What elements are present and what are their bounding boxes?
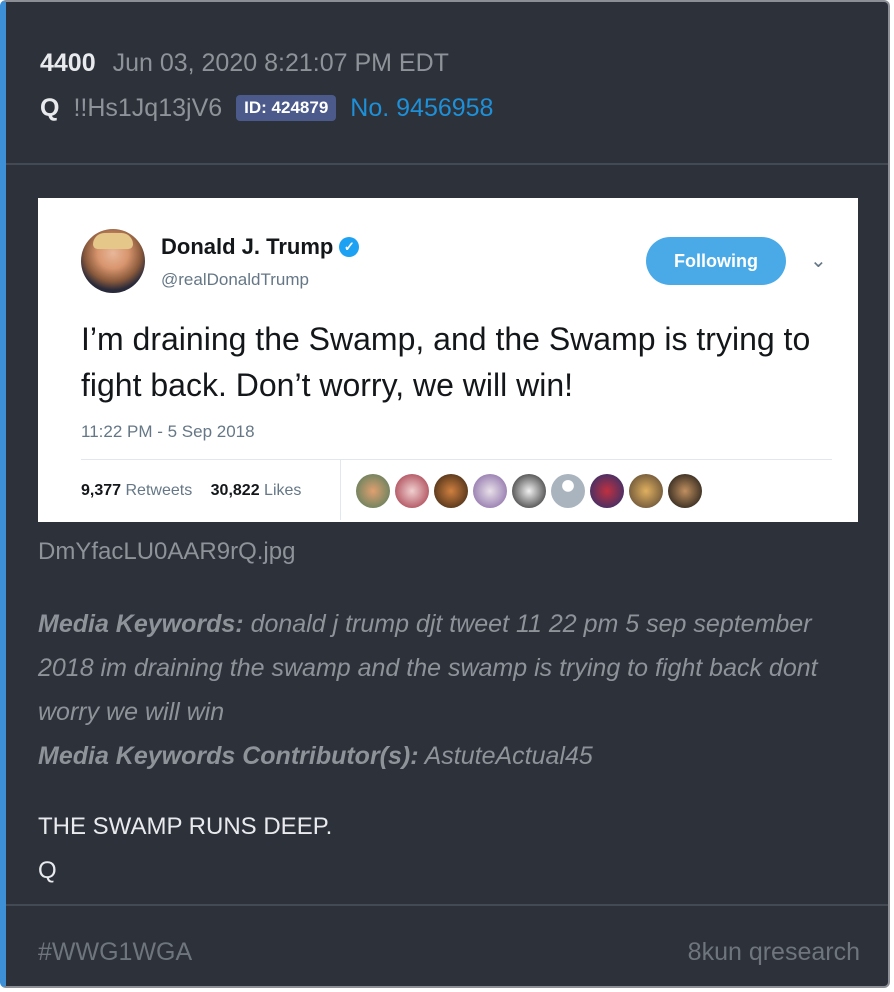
tripcode: !!Hs1Jq13jV6 [73, 94, 223, 122]
liker-avatar [551, 474, 585, 508]
post-meta-line: 4400 Jun 03, 2020 8:21:07 PM EDT [40, 48, 449, 78]
tweet-author-name: Donald J. Trump ✓ [161, 234, 360, 260]
retweets-label: Retweets [125, 482, 193, 499]
post-number-link[interactable]: No. 9456958 [350, 93, 493, 123]
chevron-down-icon: ⌄ [810, 250, 827, 272]
message-signature: Q [38, 857, 57, 884]
liker-avatar [395, 474, 429, 508]
post-date: Jun 03, 2020 8:21:07 PM EDT [112, 49, 449, 77]
tweet-author-name-text: Donald J. Trump [161, 234, 334, 259]
liker-avatar [590, 474, 624, 508]
liker-avatar [668, 474, 702, 508]
stats-separator [340, 460, 341, 520]
post-card: 4400 Jun 03, 2020 8:21:07 PM EDT Q !!Hs1… [0, 0, 890, 988]
liker-avatar [512, 474, 546, 508]
post-footer: #WWG1WGA 8kun qresearch [6, 904, 888, 986]
post-number: 4400 [40, 49, 96, 77]
liker-avatar [629, 474, 663, 508]
tweet-image[interactable]: Donald J. Trump ✓ @realDonaldTrump Follow… [38, 198, 858, 522]
tweet-divider [81, 459, 832, 460]
keywords-contributor-label: Media Keywords Contributor(s): [38, 742, 419, 770]
keywords-contributor: AstuteActual45 [424, 742, 593, 770]
retweets-count: 9,377 [81, 482, 122, 499]
liker-avatar [356, 474, 390, 508]
likes-label: Likes [264, 482, 302, 499]
message-line: THE SWAMP RUNS DEEP. [38, 813, 333, 840]
id-badge: ID: 424879 [236, 95, 337, 121]
post-author: Q [40, 94, 60, 122]
post-message: THE SWAMP RUNS DEEP. Q [38, 805, 332, 893]
liker-avatar [473, 474, 507, 508]
likes-count: 30,822 [210, 482, 260, 499]
following-button: Following [646, 237, 786, 285]
post-author-line: Q !!Hs1Jq13jV6 ID: 424879 No. 9456958 [40, 93, 493, 123]
hashtag[interactable]: #WWG1WGA [38, 938, 192, 967]
tweet-handle: @realDonaldTrump [161, 270, 309, 289]
media-keywords: Media Keywords: donald j trump djt tweet… [38, 602, 868, 778]
verified-badge-icon: ✓ [339, 237, 360, 257]
tweet-stats: 9,377 Retweets 30,822 Likes [81, 482, 301, 500]
liker-avatars [356, 474, 707, 508]
attachment-filename[interactable]: DmYfacLU0AAR9rQ.jpg [38, 538, 295, 566]
avatar [81, 229, 145, 293]
post-header: 4400 Jun 03, 2020 8:21:07 PM EDT Q !!Hs1… [6, 2, 888, 165]
liker-avatar [434, 474, 468, 508]
tweet-timestamp: 11:22 PM - 5 Sep 2018 [81, 422, 255, 441]
source-label: 8kun qresearch [687, 938, 860, 966]
media-keywords-label: Media Keywords: [38, 610, 244, 638]
tweet-text: I’m draining the Swamp, and the Swamp is… [81, 321, 811, 403]
